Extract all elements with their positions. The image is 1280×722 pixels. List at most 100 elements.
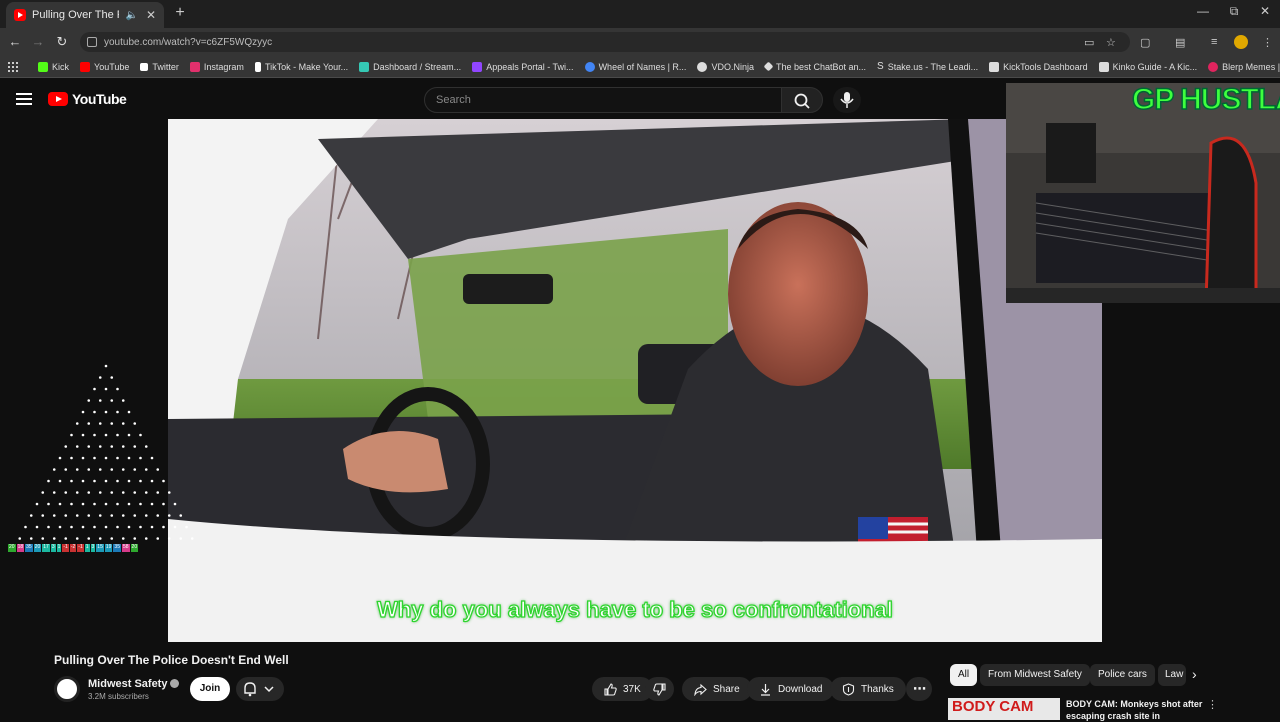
dislike-button[interactable] (645, 677, 674, 701)
overlay-dot (87, 491, 91, 494)
bookmark-star-icon[interactable]: ☆ (1106, 36, 1116, 49)
overlay-stat-14: 35 (113, 544, 121, 552)
site-info-icon[interactable] (87, 37, 97, 47)
extensions-icon[interactable]: ▢ (1140, 36, 1150, 49)
overlay-dot (104, 433, 108, 437)
chip-all[interactable]: All (950, 664, 978, 686)
video-player[interactable]: Why do you always have to be so confront… (168, 119, 1102, 642)
overlay-stat-0: 20 (8, 544, 16, 552)
recommendation-thumbnail[interactable]: BODY CAM (948, 698, 1060, 720)
new-tab-button[interactable]: + (170, 4, 190, 24)
bookmark-kick[interactable]: Kick (38, 61, 69, 72)
browser-tab-strip: Pulling Over The Police Doe 🔈 ✕ + — ⧉ ✕ (0, 0, 1280, 28)
close-window-icon[interactable]: ✕ (1250, 4, 1280, 18)
search-input[interactable]: Search (424, 87, 782, 113)
bookmark-streamelements[interactable]: Dashboard / Stream... (359, 61, 461, 72)
bell-icon (244, 682, 274, 697)
search-button[interactable] (781, 87, 823, 113)
overlay-dot (116, 433, 119, 437)
recommendation-title[interactable]: BODY CAM: Monkeys shot after escaping cr… (1066, 698, 1206, 722)
youtube-play-icon (48, 92, 68, 106)
bookmark-twitter[interactable]: Twitter (140, 62, 179, 72)
voice-search-button[interactable] (833, 87, 861, 113)
speaker-icon[interactable]: 🔈 (125, 10, 137, 21)
thanks-button[interactable]: Thanks (830, 677, 906, 701)
media-icon[interactable]: ▤ (1175, 36, 1185, 49)
overlay-dot (144, 491, 148, 494)
overlay-stat-13: 19 (104, 544, 113, 552)
overlay-dot (87, 537, 91, 540)
overlay-dot (162, 479, 165, 483)
overlay-dot (93, 433, 96, 437)
overlay-dot (81, 479, 85, 483)
chip-police-cars[interactable]: Police cars (1090, 664, 1155, 686)
overlay-dot (41, 537, 45, 540)
bookmark-twitch-appeals[interactable]: Appeals Portal - Twi... (472, 61, 574, 72)
overlay-dot (93, 456, 96, 460)
overlay-dot (127, 502, 131, 506)
hamburger-menu-icon[interactable] (16, 93, 32, 105)
reading-list-icon[interactable]: ≡ (1211, 36, 1217, 48)
share-button[interactable]: Share (682, 677, 752, 701)
overlay-dot (104, 456, 108, 460)
join-button[interactable]: Join (190, 677, 230, 701)
restore-icon[interactable]: ⧉ (1219, 4, 1249, 19)
bookmark-chatbot[interactable]: The best ChatBot an... (763, 62, 866, 72)
overlay-dot (144, 537, 148, 540)
overlay-dot (110, 399, 114, 402)
overlay-dot (167, 537, 171, 540)
overlay-dot (81, 433, 85, 437)
bookmark-blerp[interactable]: Blerp Memes | Best... (1208, 61, 1280, 72)
bookmark-wheel-of-names[interactable]: Wheel of Names | R... (584, 61, 686, 72)
overlay-dot (70, 456, 73, 460)
overlay-dot (81, 410, 85, 414)
download-button[interactable]: Download (747, 677, 835, 701)
browser-menu-icon[interactable]: ⋮ (1262, 36, 1273, 49)
bookmark-tiktok[interactable]: TikTok - Make Your... (254, 61, 348, 72)
apps-grid-icon[interactable] (8, 61, 18, 72)
bookmark-kinko-guide[interactable]: Kinko Guide - A Kic... (1098, 61, 1197, 72)
channel-name[interactable]: Midwest Safety (88, 678, 180, 690)
back-arrow-icon[interactable]: ← (5, 33, 25, 51)
chip-law[interactable]: Law (1158, 664, 1186, 686)
overlay-dot (35, 502, 39, 506)
minimize-icon[interactable]: — (1188, 4, 1218, 18)
overlay-dot (58, 502, 62, 506)
bookmark-kicktools[interactable]: KickTools Dashboard (989, 61, 1088, 72)
search-icon (794, 93, 810, 109)
bookmark-vdo-ninja[interactable]: VDO.Ninja (697, 61, 754, 72)
overlay-dot (110, 468, 114, 471)
more-dots-icon: ⋯ (913, 681, 926, 696)
like-button[interactable]: 37K (592, 677, 653, 701)
cast-icon[interactable]: ▭ (1084, 36, 1094, 49)
notification-bell-button[interactable] (236, 677, 284, 701)
overlay-dot (29, 514, 33, 517)
forward-arrow-icon[interactable]: → (28, 33, 48, 51)
bookmark-youtube[interactable]: YouTube (80, 61, 129, 72)
overlay-dot (167, 491, 171, 494)
overlay-dot (104, 364, 108, 368)
microphone-icon (840, 92, 854, 108)
overlay-dot (87, 468, 91, 471)
chevron-right-icon[interactable]: › (1192, 666, 1197, 682)
overlay-dot (121, 491, 125, 494)
address-bar[interactable]: youtube.com/watch?v=c6ZF5WQzyyc (80, 32, 1130, 52)
chip-from-channel[interactable]: From Midwest Safety (980, 664, 1090, 686)
overlay-dot (41, 491, 45, 494)
overlay-stat-6: 1 (56, 544, 62, 552)
browser-tab-active[interactable]: Pulling Over The Police Doe 🔈 ✕ (6, 2, 164, 28)
channel-avatar[interactable] (54, 676, 80, 702)
stake-icon: S (877, 61, 884, 72)
bookmark-stake[interactable]: S Stake.us - The Leadi... (877, 61, 978, 72)
youtube-logo[interactable]: YouTube (48, 91, 127, 107)
profile-avatar-icon[interactable] (1234, 35, 1248, 49)
bookmarks-bar: Kick YouTube Twitter Instagram TikTok - … (0, 56, 1280, 78)
recommendation-menu-icon[interactable]: ⋮ (1207, 698, 1218, 711)
overlay-dot (52, 514, 56, 517)
more-actions-button[interactable]: ⋯ (906, 677, 932, 701)
reload-icon[interactable]: ↻ (52, 33, 72, 51)
address-url: youtube.com/watch?v=c6ZF5WQzyyc (104, 36, 273, 48)
close-tab-icon[interactable]: ✕ (146, 8, 156, 22)
youtube-favicon-icon (14, 9, 26, 21)
bookmark-instagram[interactable]: Instagram (189, 61, 244, 72)
